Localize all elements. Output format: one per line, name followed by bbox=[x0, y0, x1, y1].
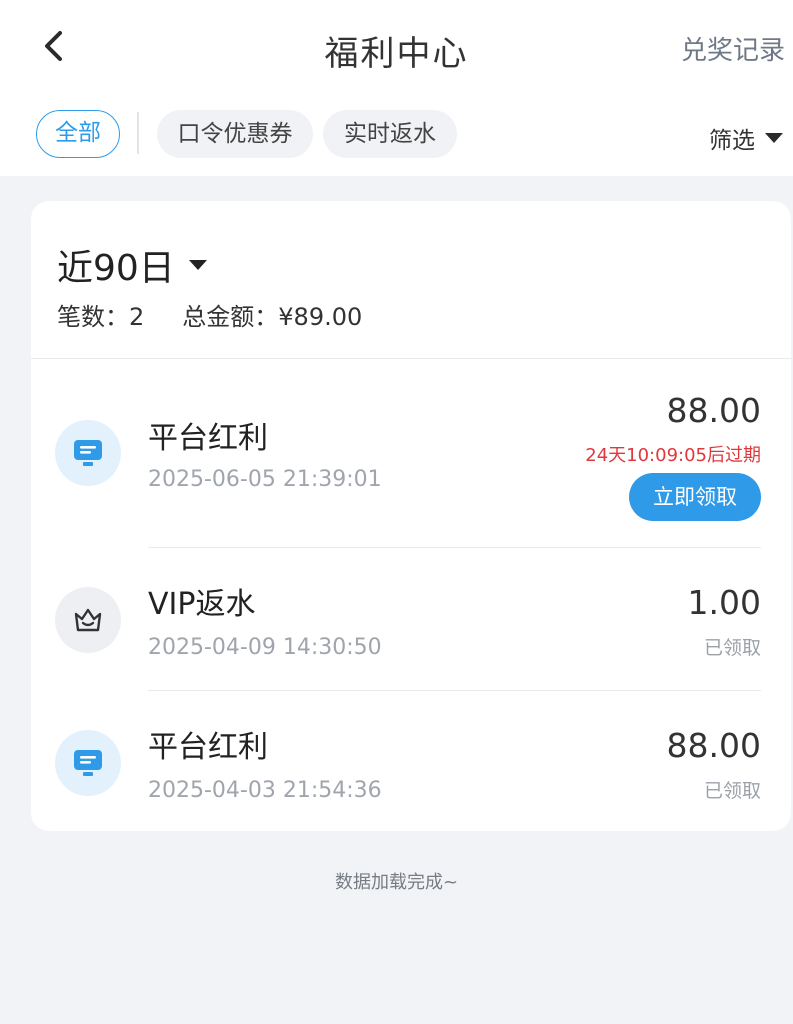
record-time: 2025-04-03 21:54:36 bbox=[148, 778, 382, 803]
records-card: 近90日 笔数：2 总金额：¥89.00 平台红利 2025-06-05 21:3… bbox=[31, 201, 791, 831]
tab-realtime-rebate[interactable]: 实时返水 bbox=[323, 110, 457, 158]
summary-line: 笔数：2 总金额：¥89.00 bbox=[57, 297, 362, 332]
filter-tab-bar: 全部 口令优惠券 实时返水 筛选 bbox=[0, 98, 793, 176]
claimed-status: 已领取 bbox=[703, 637, 761, 659]
filter-dropdown[interactable]: 筛选 bbox=[709, 121, 783, 155]
tab-coupon[interactable]: 口令优惠券 bbox=[157, 110, 313, 158]
expiry-countdown: 24天10:09:05后过期 bbox=[585, 445, 761, 466]
list-item: 平台红利 2025-06-05 21:39:01 88.00 24天10:09:… bbox=[31, 387, 791, 527]
record-amount: 88.00 bbox=[666, 391, 761, 430]
monitor-icon bbox=[55, 420, 121, 486]
record-time: 2025-06-05 21:39:01 bbox=[148, 467, 382, 492]
caret-down-icon bbox=[188, 260, 207, 270]
redeem-records-link[interactable]: 兑奖记录 bbox=[681, 30, 785, 67]
record-title: 平台红利 bbox=[148, 730, 268, 765]
load-complete-note: 数据加载完成~ bbox=[334, 872, 459, 893]
total-label: 总金额： bbox=[182, 303, 279, 331]
crown-icon bbox=[55, 587, 121, 653]
date-range-label: 近90日 bbox=[57, 248, 175, 289]
tab-all[interactable]: 全部 bbox=[36, 110, 120, 158]
list-item: VIP返水 2025-04-09 14:30:50 1.00 已领取 bbox=[31, 553, 791, 693]
claimed-status: 已领取 bbox=[703, 780, 761, 802]
monitor-icon bbox=[55, 730, 121, 796]
total-value: ¥89.00 bbox=[278, 303, 363, 331]
divider bbox=[31, 358, 791, 359]
record-title: 平台红利 bbox=[148, 421, 268, 456]
count-label: 笔数： bbox=[57, 303, 129, 331]
record-amount: 1.00 bbox=[687, 583, 761, 622]
record-title: VIP返水 bbox=[148, 587, 256, 622]
caret-down-icon bbox=[765, 133, 783, 143]
claim-now-button[interactable]: 立即领取 bbox=[629, 473, 761, 521]
list-item: 平台红利 2025-04-03 21:54:36 88.00 已领取 bbox=[31, 696, 791, 836]
page-title: 福利中心 bbox=[324, 34, 469, 74]
filter-label: 筛选 bbox=[709, 128, 755, 154]
divider bbox=[148, 547, 761, 548]
tab-divider bbox=[137, 112, 139, 154]
record-amount: 88.00 bbox=[666, 726, 761, 765]
top-bar: 福利中心 兑奖记录 bbox=[0, 0, 793, 98]
divider bbox=[148, 690, 761, 691]
date-range-select[interactable]: 近90日 bbox=[57, 239, 207, 291]
record-time: 2025-04-09 14:30:50 bbox=[148, 635, 382, 660]
count-value: 2 bbox=[129, 303, 145, 331]
